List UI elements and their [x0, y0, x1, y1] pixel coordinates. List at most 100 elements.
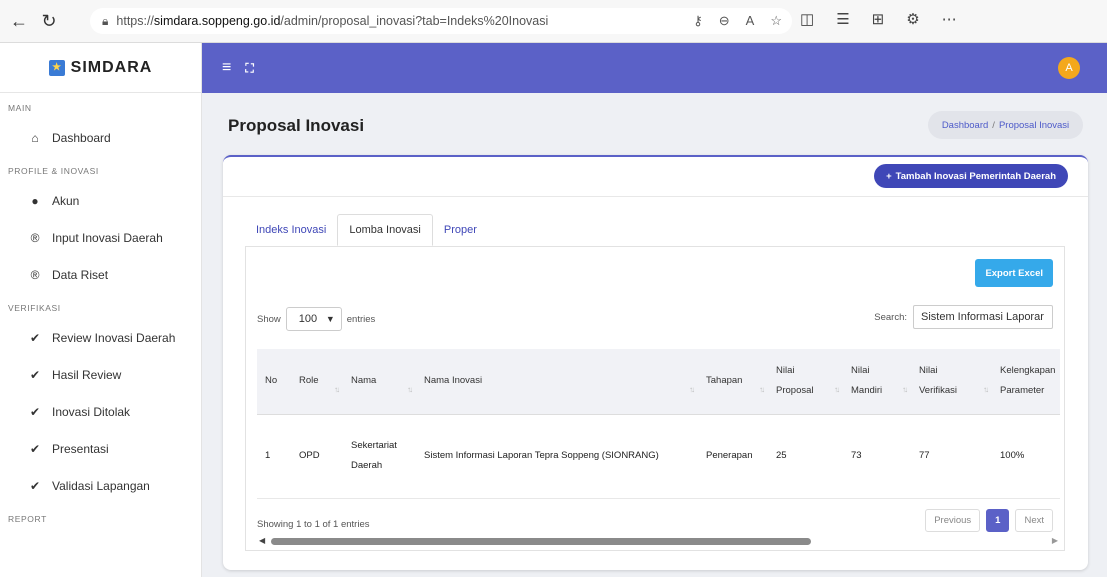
url-host: simdara.soppeng.go.id [153, 14, 281, 28]
section-verifikasi: VERIFIKASI [8, 303, 61, 313]
sidebar-item-label: Akun [52, 193, 80, 208]
add-inovasi-button[interactable]: + Tambah Inovasi Pemerintah Daerah [874, 164, 1068, 188]
pagination: Previous 1 Next [925, 509, 1053, 532]
breadcrumb-current: Proposal Inovasi [998, 119, 1070, 131]
card-header: + Tambah Inovasi Pemerintah Daerah [223, 157, 1088, 197]
extension-icon[interactable]: ⚙ [906, 10, 919, 28]
sort-icon: ↑↓ [334, 384, 340, 394]
tabs: Indeks Inovasi Lomba Inovasi Proper [245, 214, 488, 246]
entries-label: entries [346, 313, 376, 325]
circle-r-icon: ® [30, 267, 40, 282]
tab-lomba-inovasi[interactable]: Lomba Inovasi [337, 214, 433, 246]
column-header[interactable]: Nama Inovasi ↑↓ [416, 349, 698, 415]
sidebar-item-label: Input Inovasi Daerah [52, 230, 163, 245]
sidebar-item-presentasi[interactable]: ✔ Presentasi [0, 430, 201, 467]
table-info: Showing 1 to 1 of 1 entries [257, 519, 370, 530]
menu-toggle-icon[interactable]: ≡ [222, 59, 231, 77]
zoom-icon[interactable]: ⊖ [719, 13, 730, 29]
tab-proper[interactable]: Proper [433, 214, 488, 246]
page-button-current[interactable]: 1 [986, 509, 1010, 532]
read-aloud-icon[interactable]: A [746, 13, 755, 29]
cell-role: OPD [291, 414, 343, 499]
favorites-list-icon[interactable]: ☰ [836, 10, 849, 28]
scroll-right-icon[interactable]: ▶ [1052, 536, 1058, 545]
column-header[interactable]: Tahapan ↑↓ [698, 349, 768, 415]
lock-icon: 🔒︎ [102, 13, 109, 28]
previous-button[interactable]: Previous [925, 509, 981, 532]
cell-tahapan: Penerapan [698, 414, 768, 499]
browser-toolbar: ← ↻ 🔒︎ https://simdara.soppeng.go.id/adm… [0, 0, 1107, 43]
table-row: 1 OPD Sekertariat Daerah Sistem Informas… [257, 414, 1060, 499]
cell-nilai-proposal: 25 [768, 414, 843, 499]
cell-nama-inovasi: Sistem Informasi Laporan Tepra Soppeng (… [416, 414, 698, 499]
entries-length-control: Show 100 ▼ entries [257, 307, 375, 331]
show-label: Show [257, 313, 281, 325]
back-icon[interactable]: ← [8, 10, 30, 32]
sidebar-item-input-inovasi[interactable]: ® Input Inovasi Daerah [0, 219, 201, 256]
sidebar-item-label: Inovasi Ditolak [52, 404, 131, 419]
entries-value: 100 [298, 313, 318, 325]
search-input[interactable]: Sistem Informasi Laporar [913, 305, 1053, 329]
url-prefix: https:// [116, 14, 154, 28]
sidebar-item-label: Validasi Lapangan [52, 478, 150, 493]
main-card: + Tambah Inovasi Pemerintah Daerah Indek… [223, 155, 1088, 570]
sidebar-item-data-riset[interactable]: ® Data Riset [0, 256, 201, 293]
check-double-icon: ✔ [29, 367, 41, 382]
sidebar-item-label: Presentasi [52, 441, 109, 456]
sidebar-item-ditolak[interactable]: ✔ Inovasi Ditolak [0, 393, 201, 430]
column-header[interactable]: Nilai Proposal ↑↓ [768, 349, 843, 415]
user-icon: ● [31, 193, 39, 208]
search-label: Search: [874, 311, 907, 323]
more-icon[interactable]: ⋯ [942, 10, 957, 28]
scroll-left-icon[interactable]: ◀ [259, 536, 265, 545]
column-header[interactable]: Nilai Mandiri ↑↓ [843, 349, 911, 415]
sort-icon: ↑↓ [902, 384, 908, 394]
entries-select[interactable]: 100 ▼ [285, 307, 342, 331]
breadcrumb-dashboard[interactable]: Dashboard [942, 120, 988, 131]
export-excel-button[interactable]: Export Excel [975, 259, 1053, 287]
breadcrumb-separator: / [992, 119, 995, 131]
refresh-icon[interactable]: ↻ [38, 10, 60, 32]
cell-nama: Sekertariat Daerah [343, 414, 416, 499]
cell-nilai-mandiri: 73 [843, 414, 911, 499]
split-screen-icon[interactable]: ◫ [800, 10, 814, 28]
breadcrumb: Dashboard / Proposal Inovasi [928, 111, 1083, 139]
sidebar-item-akun[interactable]: ● Akun [0, 182, 201, 219]
column-header[interactable]: Role ↑↓ [291, 349, 343, 415]
favorite-icon[interactable]: ☆ [770, 13, 782, 29]
column-header[interactable]: Kelengkapan Parameter [992, 349, 1060, 415]
sidebar-item-dashboard[interactable]: ⌂ Dashboard [0, 119, 201, 156]
section-main: MAIN [8, 103, 32, 113]
column-header[interactable]: Nilai Verifikasi ↑↓ [911, 349, 992, 415]
tab-indeks-inovasi[interactable]: Indeks Inovasi [245, 214, 337, 246]
table-header-row: No Role ↑↓ Nama ↑↓ Nama Inovasi ↑↓ Tahapan ↑… [257, 349, 1060, 415]
sidebar: ★ SIMDARA MAIN ⌂ Dashboard PROFILE & INO… [0, 43, 202, 577]
next-button[interactable]: Next [1015, 509, 1053, 532]
sort-icon: ↑↓ [759, 384, 765, 394]
horizontal-scrollbar[interactable]: ◀ ▶ [257, 536, 1060, 546]
page-title: Proposal Inovasi [228, 116, 365, 135]
home-icon: ⌂ [31, 130, 39, 145]
sidebar-item-review[interactable]: ✔ Review Inovasi Daerah [0, 319, 201, 356]
scrollbar-thumb[interactable] [271, 538, 811, 545]
check-double-icon: ✔ [29, 330, 41, 345]
column-header[interactable]: No [257, 349, 291, 415]
inovasi-table: No Role ↑↓ Nama ↑↓ Nama Inovasi ↑↓ Tahapan ↑… [257, 349, 1060, 499]
key-icon[interactable]: ⚷ [693, 13, 703, 29]
sidebar-item-hasil-review[interactable]: ✔ Hasil Review [0, 356, 201, 393]
section-profile: PROFILE & INOVASI [8, 166, 99, 176]
cell-kelengkapan: 100% [992, 414, 1060, 499]
url-path: /admin/proposal_inovasi?tab=Indeks%20Ino… [280, 14, 549, 28]
check-double-icon: ✔ [29, 441, 41, 456]
sidebar-item-label: Review Inovasi Daerah [52, 330, 176, 345]
sidebar-item-validasi[interactable]: ✔ Validasi Lapangan [0, 467, 201, 504]
sidebar-item-label: Hasil Review [52, 367, 122, 382]
sort-icon: ↑↓ [407, 384, 413, 394]
column-header[interactable]: Nama ↑↓ [343, 349, 416, 415]
address-bar[interactable]: 🔒︎ https://simdara.soppeng.go.id/admin/p… [90, 8, 792, 34]
avatar[interactable]: A [1058, 57, 1080, 79]
collections-icon[interactable]: ⊞ [872, 10, 885, 28]
cell-nilai-verifikasi: 77 [911, 414, 992, 499]
fullscreen-icon[interactable]: ⛶ [245, 61, 253, 76]
brand[interactable]: ★ SIMDARA [0, 43, 201, 93]
